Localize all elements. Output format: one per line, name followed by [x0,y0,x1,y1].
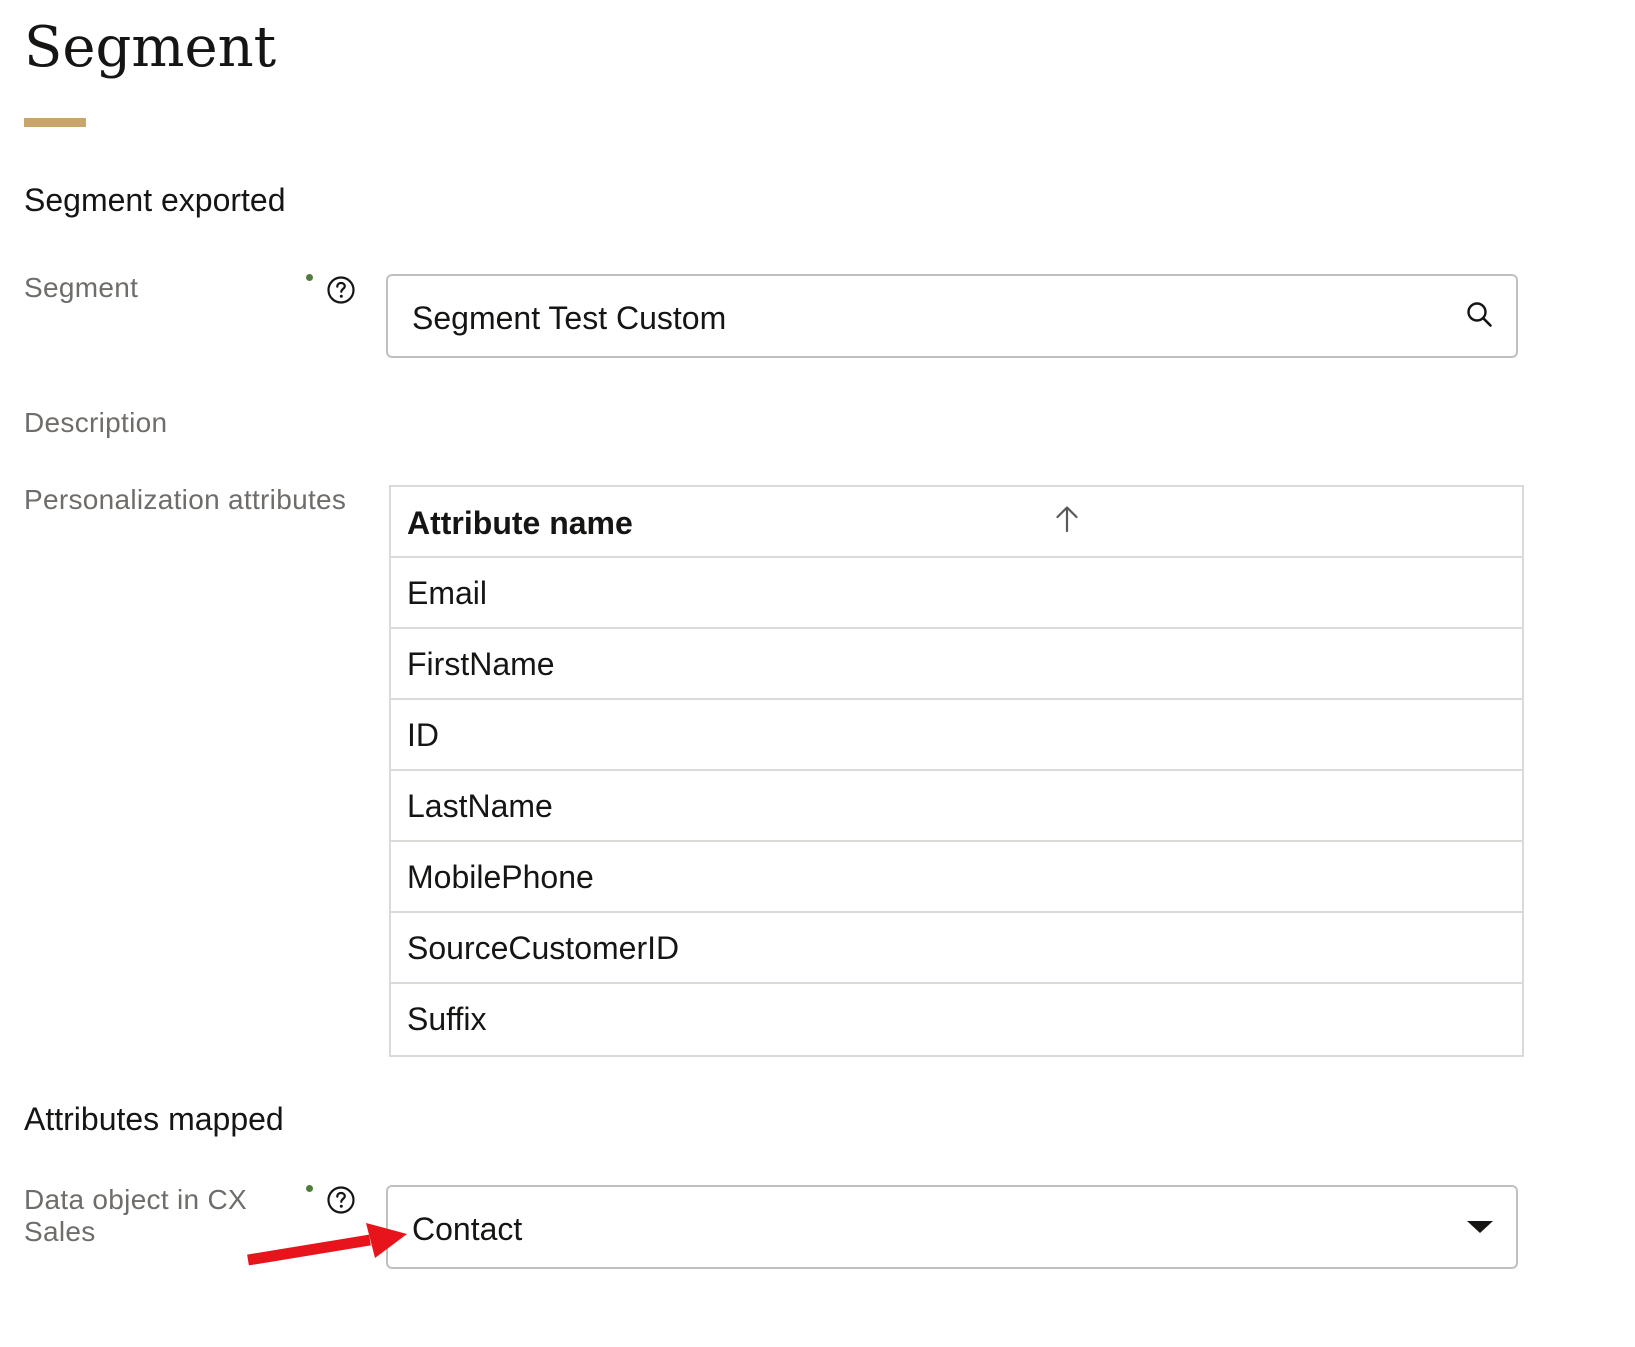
attribute-cell: ID [407,717,439,753]
table-row[interactable]: FirstName [391,629,1522,700]
table-header: Attribute name [391,487,1522,558]
attribute-cell: Email [407,575,488,611]
page-title: Segment [24,15,277,80]
description-label: Description [24,407,168,438]
table-row[interactable]: Suffix [391,984,1522,1055]
table-row[interactable]: Email [391,558,1522,629]
question-circle-icon[interactable] [326,1185,356,1215]
attribute-cell: MobilePhone [407,859,594,895]
table-row[interactable]: SourceCustomerID [391,913,1522,984]
caret-down-icon[interactable] [1464,1213,1496,1245]
table-row[interactable]: LastName [391,771,1522,842]
data-object-label: Data object in CX Sales [24,1184,247,1247]
column-header-attribute-name[interactable]: Attribute name [407,503,633,543]
title-underline [24,118,86,127]
data-object-select[interactable]: Contact [386,1185,1518,1269]
attribute-cell: LastName [407,788,553,824]
required-indicator [306,1185,313,1192]
section-heading-attributes-mapped: Attributes mapped [24,1101,284,1137]
required-indicator [306,274,313,281]
attribute-cell: Suffix [407,1001,487,1037]
segment-label: Segment [24,272,139,303]
attributes-table: Attribute name Email FirstName ID LastNa… [389,485,1524,1057]
data-object-selected-value: Contact [412,1211,523,1247]
table-row[interactable]: MobilePhone [391,842,1522,913]
personalization-attributes-label: Personalization attributes [24,484,347,515]
question-circle-icon[interactable] [326,275,356,305]
arrow-up-icon[interactable] [1051,503,1083,535]
segment-input-value: Segment Test Custom [412,300,727,336]
search-icon[interactable] [1464,299,1496,331]
attribute-cell: FirstName [407,646,555,682]
attribute-cell: SourceCustomerID [407,930,680,966]
section-heading-segment-exported: Segment exported [24,182,286,218]
segment-search-input[interactable]: Segment Test Custom [386,274,1518,358]
table-row[interactable]: ID [391,700,1522,771]
